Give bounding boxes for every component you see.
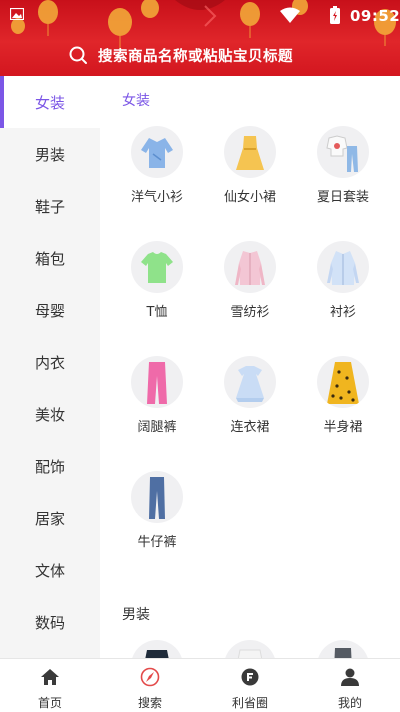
status-bar: 09:52	[0, 4, 400, 26]
category-item[interactable]	[296, 640, 390, 658]
section-title: 女装	[122, 93, 150, 109]
sidebar-item-womens[interactable]: 女装	[0, 76, 100, 128]
category-label: 洋气小衫	[130, 190, 183, 205]
nav-label: 我的	[337, 696, 362, 710]
sidebar-item-label: 女装	[34, 93, 65, 112]
chiffon-shirt-icon	[224, 241, 276, 293]
sidebar-item-shoes[interactable]: 鞋子	[0, 180, 100, 232]
jeans-icon	[131, 471, 183, 523]
sidebar-item-label: 美妆	[34, 405, 65, 424]
search-placeholder: 搜索商品名称或粘贴宝贝标题	[98, 48, 293, 65]
category-item[interactable]: 半身裙	[296, 356, 390, 446]
category-content: 女装 洋气小衫 仙女小裙 夏日套装 T恤 雪纺衫 衬衫 阔腿裤 连衣裙 半身裙 …	[100, 76, 400, 658]
battery-icon	[330, 6, 340, 24]
sidebar-item-label: 母婴	[34, 301, 65, 320]
category-item[interactable]: 夏日套装	[296, 126, 390, 216]
category-item[interactable]: 连衣裙	[203, 356, 297, 446]
nav-home[interactable]: 首页	[0, 659, 100, 712]
shirt-icon	[317, 241, 369, 293]
nav-search[interactable]: 搜索	[100, 659, 200, 712]
category-label: T恤	[146, 305, 168, 320]
sidebar-item-bags[interactable]: 箱包	[0, 232, 100, 284]
mens-shirt-icon	[224, 640, 276, 658]
category-item[interactable]: 阔腿裤	[110, 356, 204, 446]
sidebar-item-label: 配饰	[34, 457, 65, 476]
category-label: 连衣裙	[230, 420, 270, 435]
category-label: 夏日套装	[316, 190, 369, 205]
category-item[interactable]: T恤	[110, 241, 204, 331]
nav-circle[interactable]: 利省圈	[200, 659, 300, 712]
sidebar-item-label: 居家	[34, 509, 65, 528]
category-label: 衬衫	[329, 305, 356, 320]
nav-label: 搜索	[137, 696, 162, 710]
sidebar-item-underwear[interactable]: 内衣	[0, 336, 100, 388]
sidebar-item-baby[interactable]: 母婴	[0, 284, 100, 336]
header-banner: 09:52 搜索商品名称或粘贴宝贝标题	[0, 0, 400, 76]
category-label: 半身裙	[323, 420, 363, 435]
wide-leg-pants-icon	[131, 356, 183, 408]
wifi-icon	[280, 7, 300, 23]
profile-icon	[341, 668, 359, 686]
category-label: 雪纺衫	[230, 305, 270, 320]
category-label: 仙女小裙	[223, 190, 276, 205]
category-item[interactable]: 雪纺衫	[203, 241, 297, 331]
nav-profile[interactable]: 我的	[300, 659, 400, 712]
category-item[interactable]	[110, 640, 204, 658]
sidebar-item-label: 内衣	[34, 353, 65, 372]
mens-top-icon	[131, 640, 183, 658]
search-compass-icon	[140, 667, 160, 687]
nav-label: 利省圈	[231, 696, 268, 710]
sidebar-item-accessories[interactable]: 配饰	[0, 440, 100, 492]
category-item[interactable]: 仙女小裙	[203, 126, 297, 216]
sidebar-item-beauty[interactable]: 美妆	[0, 388, 100, 440]
category-label: 牛仔裤	[137, 535, 177, 550]
category-sidebar: 女装 男装 鞋子 箱包 母婴 内衣 美妆 配饰 居家 文体 数码	[0, 76, 100, 658]
sidebar-item-label: 鞋子	[34, 197, 65, 216]
skirt-icon	[317, 356, 369, 408]
home-icon	[41, 669, 59, 685]
circle-icon	[241, 668, 259, 686]
sidebar-item-mens[interactable]: 男装	[0, 128, 100, 180]
mens-pants-icon	[317, 640, 369, 658]
tshirt-icon	[131, 241, 183, 293]
dress-icon	[224, 126, 276, 178]
category-item[interactable]: 牛仔裤	[110, 471, 204, 561]
sidebar-item-stationery[interactable]: 文体	[0, 544, 100, 596]
blouse-icon	[131, 126, 183, 178]
sidebar-item-label: 数码	[34, 613, 65, 632]
gallery-icon	[10, 8, 24, 20]
sidebar-item-label: 箱包	[34, 249, 65, 268]
sidebar-item-digital[interactable]: 数码	[0, 596, 100, 648]
status-time: 09:52	[350, 7, 400, 25]
category-item[interactable]: 衬衫	[296, 241, 390, 331]
category-item[interactable]	[203, 640, 297, 658]
sidebar-item-home[interactable]: 居家	[0, 492, 100, 544]
outfit-set-icon	[317, 126, 369, 178]
search-bar[interactable]: 搜索商品名称或粘贴宝贝标题	[68, 44, 293, 66]
section-title: 男装	[122, 607, 150, 623]
search-icon	[69, 46, 87, 64]
category-item[interactable]: 洋气小衫	[110, 126, 204, 216]
category-label: 阔腿裤	[137, 420, 177, 435]
one-piece-dress-icon	[224, 356, 276, 408]
sidebar-item-label: 男装	[34, 145, 65, 164]
nav-label: 首页	[37, 696, 62, 710]
sidebar-item-label: 文体	[34, 561, 65, 580]
bottom-navigation: 首页 搜索 利省圈 我的	[0, 658, 400, 712]
